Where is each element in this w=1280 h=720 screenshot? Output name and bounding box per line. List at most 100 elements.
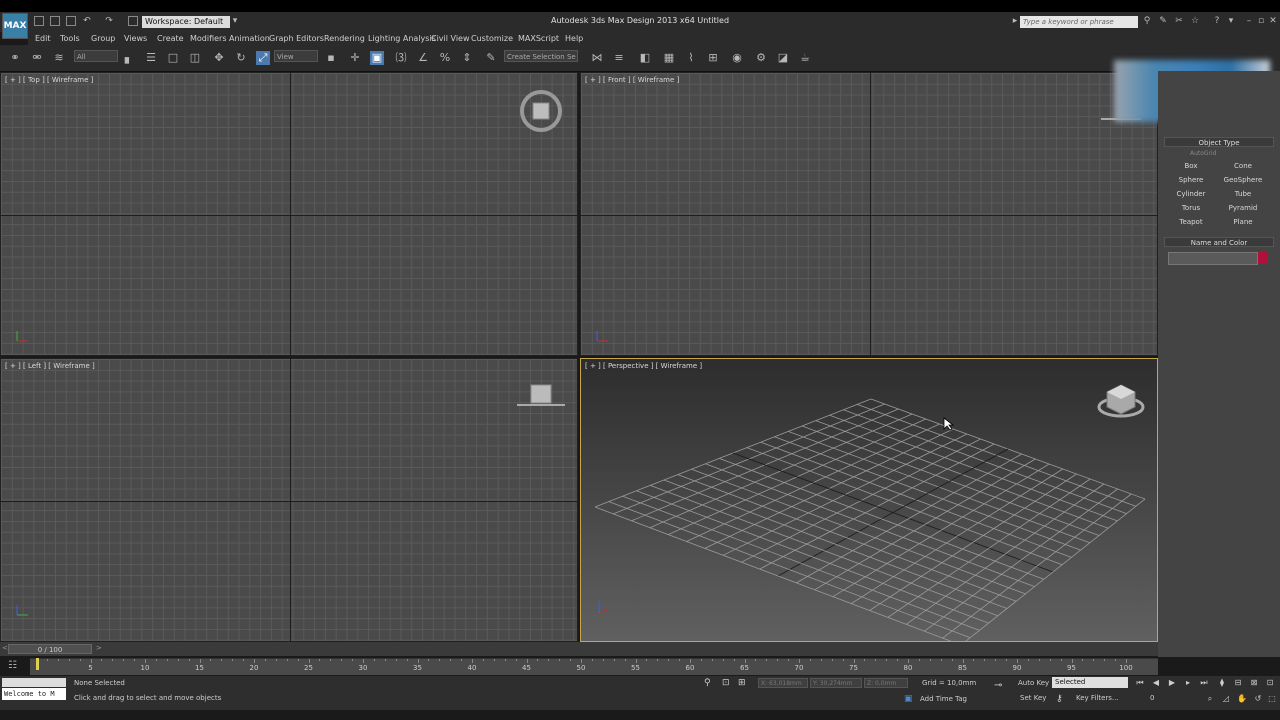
- select-by-name-icon[interactable]: ☰: [144, 51, 158, 65]
- curve-editor-icon[interactable]: ⌇: [684, 51, 698, 65]
- minimize-icon[interactable]: –: [1244, 16, 1254, 26]
- time-tag-icon[interactable]: ▣: [904, 694, 913, 704]
- rendered-frame-window-icon[interactable]: ◪: [776, 51, 790, 65]
- orbit-icon[interactable]: ↺: [1252, 694, 1264, 704]
- app-menu-button[interactable]: MAX: [2, 13, 28, 39]
- name-and-color-rollout[interactable]: Name and Color: [1164, 237, 1274, 247]
- time-slider-next-arrow-icon[interactable]: >: [96, 644, 102, 652]
- torus-button[interactable]: Torus: [1166, 203, 1216, 214]
- key-mode-selection-dropdown[interactable]: Selected: [1052, 677, 1128, 688]
- menu-maxscript[interactable]: MAXScript: [518, 32, 559, 45]
- render-production-icon[interactable]: ☕: [798, 51, 812, 65]
- viewport-label[interactable]: [ + ] [ Top ] [ Wireframe ]: [5, 76, 93, 84]
- rotate-icon[interactable]: ↻: [234, 51, 248, 65]
- move-icon[interactable]: ✥: [212, 51, 226, 65]
- current-frame-field[interactable]: 0: [1150, 694, 1154, 702]
- track-bar[interactable]: 5 10 15 20 25 30 35 40 45 50 55 60 65 70 75 80 85 90 95 100: [30, 658, 1158, 675]
- pyramid-button[interactable]: Pyramid: [1218, 203, 1268, 214]
- menu-tools[interactable]: Tools: [60, 32, 80, 45]
- project-folder-icon[interactable]: [128, 16, 138, 26]
- save-file-icon[interactable]: [66, 16, 76, 26]
- geosphere-button[interactable]: GeoSphere: [1218, 175, 1268, 186]
- mini-curve-editor-icon[interactable]: ☷: [8, 660, 22, 672]
- object-type-rollout[interactable]: Object Type: [1164, 137, 1274, 147]
- next-frame-icon[interactable]: ▸: [1182, 678, 1194, 688]
- pivot-center-icon[interactable]: ▪: [324, 51, 338, 65]
- menu-edit[interactable]: Edit: [35, 32, 51, 45]
- binoculars-icon[interactable]: ⚲: [1142, 16, 1152, 26]
- field-of-view-icon[interactable]: ◿: [1220, 694, 1232, 704]
- maximize-viewport-icon[interactable]: ⊡: [1264, 678, 1276, 688]
- help-dropdown-icon[interactable]: ▾: [1226, 16, 1236, 26]
- box-button[interactable]: Box: [1166, 161, 1216, 172]
- pan-icon[interactable]: ✋: [1236, 694, 1248, 704]
- menu-customize[interactable]: Customize: [471, 32, 513, 45]
- time-slider-thumb[interactable]: 0 / 100: [8, 644, 92, 654]
- menu-lighting-analysis[interactable]: Lighting Analysis: [368, 32, 436, 45]
- go-to-end-icon[interactable]: ⏭: [1198, 678, 1210, 688]
- viewport-perspective[interactable]: [ + ] [ Perspective ] [ Wireframe ]: [580, 358, 1158, 642]
- key-icon[interactable]: ⚷: [1056, 694, 1063, 704]
- maxscript-listener-output[interactable]: [2, 678, 66, 687]
- cylinder-button[interactable]: Cylinder: [1166, 189, 1216, 200]
- material-editor-icon[interactable]: ◉: [730, 51, 744, 65]
- object-color-swatch[interactable]: [1258, 252, 1268, 263]
- auto-key-button[interactable]: Auto Key: [1018, 679, 1049, 687]
- communication-icon[interactable]: ✂: [1174, 16, 1184, 26]
- mirror-icon[interactable]: ⋈: [590, 51, 604, 65]
- teapot-button[interactable]: Teapot: [1166, 217, 1216, 228]
- menu-civil-view[interactable]: Civil View: [431, 32, 470, 45]
- snaps-toggle-icon[interactable]: ⑶: [394, 51, 408, 65]
- viewcube-icon[interactable]: [1095, 381, 1147, 421]
- zoom-extents-all-icon[interactable]: ⊠: [1248, 678, 1260, 688]
- spinner-snap-icon[interactable]: ⇕: [460, 51, 474, 65]
- go-to-start-icon[interactable]: ⏮: [1134, 678, 1146, 688]
- named-selection-sets-dropdown[interactable]: Create Selection Se: [504, 50, 578, 62]
- favorites-star-icon[interactable]: ☆: [1190, 16, 1200, 26]
- viewcube-icon[interactable]: [519, 89, 563, 133]
- time-slider-prev-arrow-icon[interactable]: <: [2, 644, 8, 652]
- menu-help[interactable]: Help: [565, 32, 583, 45]
- maximize-toggle-icon[interactable]: ⬚: [1266, 694, 1278, 704]
- align-icon[interactable]: ≡: [612, 51, 626, 65]
- maxscript-listener-input[interactable]: Welcome to M: [2, 688, 66, 700]
- play-icon[interactable]: ▶: [1166, 678, 1178, 688]
- sphere-button[interactable]: Sphere: [1166, 175, 1216, 186]
- close-icon[interactable]: ✕: [1268, 16, 1278, 26]
- autogrid-checkbox[interactable]: AutoGrid: [1190, 150, 1217, 157]
- scale-icon[interactable]: ⤢: [256, 51, 270, 65]
- chevron-down-icon[interactable]: ▾: [230, 16, 240, 26]
- menu-create[interactable]: Create: [157, 32, 184, 45]
- viewport-front[interactable]: [ + ] [ Front ] [ Wireframe ]: [580, 72, 1158, 356]
- render-setup-icon[interactable]: ⚙: [754, 51, 768, 65]
- previous-frame-icon[interactable]: ◀: [1150, 678, 1162, 688]
- z-coordinate-field[interactable]: Z: 0,0mm: [864, 678, 908, 688]
- current-frame-marker[interactable]: [36, 658, 39, 670]
- menu-modifiers[interactable]: Modifiers: [190, 32, 227, 45]
- viewport-label[interactable]: [ + ] [ Left ] [ Wireframe ]: [5, 362, 95, 370]
- set-key-button[interactable]: Set Key: [1020, 694, 1046, 702]
- absolute-mode-icon[interactable]: ⊞: [738, 678, 746, 688]
- layer-manager-icon[interactable]: ◧: [638, 51, 652, 65]
- zoom-icon[interactable]: ⌕: [1204, 694, 1216, 704]
- menu-graph-editors[interactable]: Graph Editors: [269, 32, 324, 45]
- time-configuration-icon[interactable]: ⊟: [1232, 678, 1244, 688]
- key-mode-toggle-icon[interactable]: ⧫: [1216, 678, 1228, 688]
- new-file-icon[interactable]: [34, 16, 44, 26]
- set-key-mode-icon[interactable]: ⊸: [994, 680, 1002, 691]
- menu-animation[interactable]: Animation: [229, 32, 270, 45]
- key-filters-button[interactable]: Key Filters...: [1076, 694, 1119, 702]
- search-input[interactable]: Type a keyword or phrase: [1020, 16, 1138, 28]
- subscription-icon[interactable]: ✎: [1158, 16, 1168, 26]
- viewport-label[interactable]: [ + ] [ Front ] [ Wireframe ]: [585, 76, 679, 84]
- undo-icon[interactable]: ↶: [82, 16, 92, 26]
- tube-button[interactable]: Tube: [1218, 189, 1268, 200]
- viewcube-icon[interactable]: [517, 381, 565, 411]
- selection-filter-dropdown[interactable]: All: [74, 50, 118, 62]
- keyboard-shortcut-override-icon[interactable]: ▣: [370, 51, 384, 65]
- plane-button[interactable]: Plane: [1218, 217, 1268, 228]
- add-time-tag-button[interactable]: Add Time Tag: [920, 695, 967, 703]
- restore-icon[interactable]: ▫: [1256, 16, 1266, 26]
- menu-views[interactable]: Views: [124, 32, 147, 45]
- time-slider[interactable]: [0, 642, 1158, 656]
